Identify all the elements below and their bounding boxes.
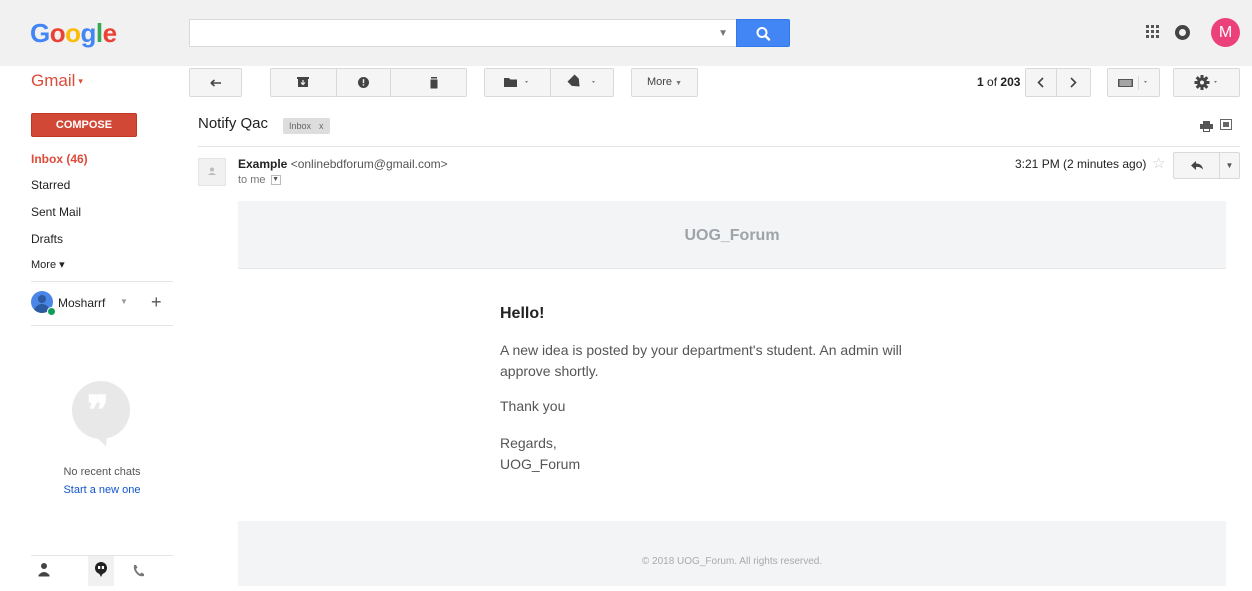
star-icon[interactable]: ☆ <box>1152 154 1165 172</box>
sender-avatar <box>198 158 226 186</box>
pager-current: 1 <box>977 75 984 89</box>
message-subject: Notify Qac <box>198 115 269 132</box>
archive-button[interactable] <box>270 68 337 97</box>
back-arrow-icon <box>210 79 221 87</box>
hangouts-icon <box>95 562 107 577</box>
inbox-chip-label: Inbox <box>289 121 312 131</box>
message-time: 3:21 PM (2 minutes ago) <box>1015 157 1147 171</box>
pagination-count: 1 of 203 <box>977 75 1020 89</box>
more-reply-options-icon[interactable]: ▼ <box>1219 152 1240 179</box>
start-new-chat-link[interactable]: Start a new one <box>31 484 173 496</box>
chat-tabs <box>31 556 173 586</box>
show-details-icon[interactable]: ▼ <box>270 175 281 186</box>
folder-icon <box>504 78 528 87</box>
labels-button[interactable] <box>550 68 614 97</box>
contacts-tab[interactable] <box>31 556 57 586</box>
move-to-button[interactable] <box>484 68 551 97</box>
search-button[interactable] <box>736 19 790 47</box>
remove-label-icon[interactable]: x <box>319 121 324 131</box>
recipients: to me ▼ <box>238 174 281 186</box>
keyboard-icon <box>1118 76 1147 90</box>
logo-letter: e <box>102 18 117 48</box>
print-icon[interactable] <box>1200 119 1213 132</box>
gear-icon <box>1194 75 1217 90</box>
email-regards: Regards, <box>500 435 557 451</box>
sender-name: Example <box>238 157 288 171</box>
search-options-caret-icon[interactable]: ▼ <box>718 28 728 39</box>
no-recent-chats-text: No recent chats <box>63 466 141 478</box>
gmail-label: Gmail <box>31 71 76 90</box>
input-tools-button[interactable] <box>1107 68 1160 97</box>
open-new-window-icon[interactable] <box>1220 119 1232 130</box>
add-chat-icon[interactable]: + <box>151 292 162 313</box>
reply-button[interactable] <box>1173 152 1220 179</box>
phone-tab[interactable] <box>125 556 151 586</box>
more-actions-label: More <box>646 76 673 88</box>
email-thanks: Thank you <box>500 398 566 414</box>
email-brand-header: UOG_Forum <box>238 201 1226 269</box>
gmail-menu[interactable]: Gmail ▾ <box>31 71 83 91</box>
settings-button[interactable] <box>1173 68 1240 97</box>
logo-letter: g <box>80 18 97 48</box>
inbox-label-chip[interactable]: Inbox x <box>283 118 330 134</box>
label-icon <box>567 74 595 87</box>
logo-letter: o <box>49 18 66 48</box>
hangouts-user-name[interactable]: Mosharrf <box>58 296 105 310</box>
chevron-down-icon: ▼ <box>675 80 683 87</box>
delete-icon <box>430 77 438 89</box>
sidebar-item-inbox[interactable]: Inbox (46) <box>31 152 88 166</box>
search-box[interactable]: ▼ <box>189 19 736 47</box>
logo-letter: l <box>95 18 103 48</box>
sidebar-item-more[interactable]: More ▾ <box>31 258 65 271</box>
report-spam-button[interactable] <box>336 68 391 97</box>
online-status-icon <box>47 307 56 316</box>
hangouts-quote-icon: ❞ <box>72 381 130 439</box>
hangouts-tab[interactable] <box>88 556 114 586</box>
pager-total: 203 <box>1000 75 1021 89</box>
notifications-icon[interactable] <box>1175 25 1190 40</box>
pager-sep: of <box>987 75 998 89</box>
sidebar-item-starred[interactable]: Starred <box>31 178 70 192</box>
archive-icon <box>297 77 309 87</box>
back-button[interactable] <box>189 68 242 97</box>
sender[interactable]: Example <onlinebdforum@gmail.com> <box>238 157 448 171</box>
header-divider <box>198 146 1240 147</box>
sidebar-divider <box>31 325 173 326</box>
email-footer: © 2018 UOG_Forum. All rights reserved. <box>238 521 1226 586</box>
older-button[interactable] <box>1056 68 1091 97</box>
chevron-down-icon: ▾ <box>78 76 83 87</box>
apps-grid-icon[interactable] <box>1146 25 1160 39</box>
logo-letter: o <box>65 18 81 48</box>
email-paragraph: A new idea is posted by your department'… <box>500 342 902 379</box>
reply-icon <box>1191 161 1203 170</box>
email-footer-text: © 2018 UOG_Forum. All rights reserved. <box>641 556 823 567</box>
email-greeting: Hello! <box>500 305 545 322</box>
search-icon <box>756 27 771 41</box>
google-logo[interactable]: Google <box>30 18 117 49</box>
chevron-left-icon <box>1037 77 1044 88</box>
sidebar-item-sent-mail[interactable]: Sent Mail <box>31 205 81 219</box>
recipients-text: to me <box>238 174 266 186</box>
compose-button[interactable]: COMPOSE <box>31 113 137 137</box>
report-spam-icon <box>358 77 369 88</box>
account-avatar[interactable]: M <box>1211 18 1240 47</box>
newer-button[interactable] <box>1025 68 1057 97</box>
chevron-right-icon <box>1070 77 1077 88</box>
email-signature: UOG_Forum <box>500 456 581 472</box>
phone-icon <box>133 565 144 577</box>
sidebar-divider <box>31 281 173 282</box>
logo-letter: G <box>30 18 50 48</box>
sender-email: <onlinebdforum@gmail.com> <box>290 157 448 171</box>
sidebar-item-drafts[interactable]: Drafts <box>31 232 63 246</box>
person-icon <box>38 563 50 577</box>
more-actions-button[interactable]: More ▼ <box>631 68 698 97</box>
email-brand-title: UOG_Forum <box>684 227 780 244</box>
chevron-down-icon[interactable]: ▼ <box>120 297 128 306</box>
delete-button[interactable] <box>390 68 467 97</box>
